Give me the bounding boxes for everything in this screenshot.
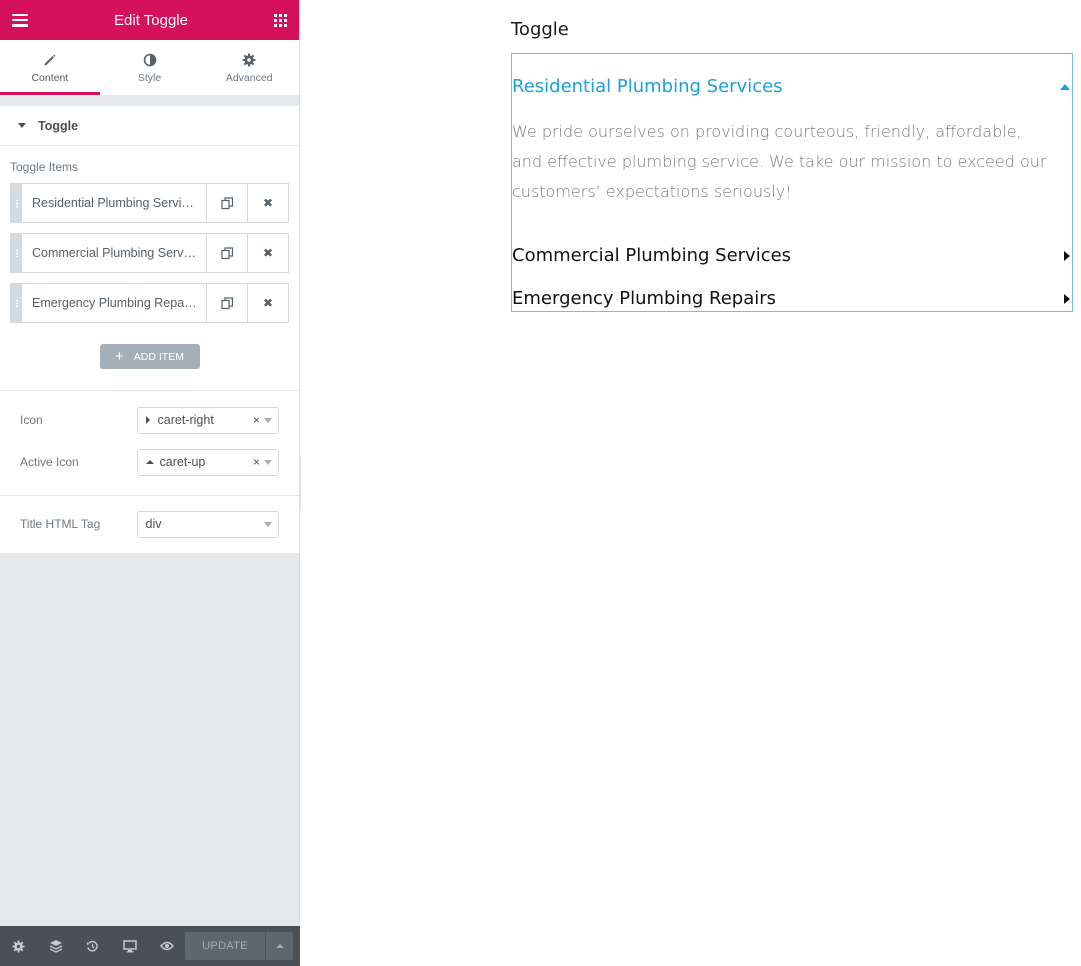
layers-icon[interactable] xyxy=(37,926,74,966)
icon-controls: Icon caret-right × Active Icon caret-up … xyxy=(0,391,299,491)
active-icon-control-label: Active Icon xyxy=(20,455,79,469)
gear-icon xyxy=(242,52,256,68)
repeater-item-title-text: Emergency Plumbing Repairs xyxy=(32,296,197,310)
section-title: Toggle xyxy=(38,118,79,133)
drag-handle-icon[interactable] xyxy=(11,184,22,222)
toggle-title-text: Emergency Plumbing Repairs xyxy=(512,288,777,309)
menu-icon[interactable] xyxy=(12,13,28,27)
half-circle-icon xyxy=(143,52,157,68)
toggle-item[interactable]: Residential Plumbing Services xyxy=(512,76,1072,97)
preview-eye-icon[interactable] xyxy=(148,926,185,966)
caret-up-icon xyxy=(1060,83,1070,90)
panel-footer: UPDATE xyxy=(0,926,300,966)
toggle-title-text: Residential Plumbing Services xyxy=(512,76,783,97)
duplicate-item-button[interactable] xyxy=(206,184,247,222)
active-icon-control: Active Icon caret-up × xyxy=(0,441,299,483)
caret-right-icon xyxy=(145,416,150,424)
title-tag-control: Title HTML Tag div xyxy=(0,503,299,545)
panel-title: Edit Toggle xyxy=(114,11,188,29)
panel-header: Edit Toggle xyxy=(0,0,299,40)
caret-up-icon xyxy=(275,944,284,948)
settings-gear-icon[interactable] xyxy=(0,926,37,966)
widgets-grid-icon[interactable] xyxy=(273,13,287,27)
icon-select[interactable]: caret-right × xyxy=(136,406,279,434)
preview-canvas: Toggle Residential Plumbing Services We … xyxy=(301,0,1081,966)
close-icon: ✖ xyxy=(262,246,274,260)
toggle-content: We pride ourselves on providing courteou… xyxy=(512,122,1047,201)
chevron-down-icon xyxy=(264,459,272,465)
chevron-down-icon xyxy=(264,521,272,527)
remove-item-button[interactable]: ✖ xyxy=(247,184,288,222)
history-icon[interactable] xyxy=(74,926,111,966)
tab-style-label: Style xyxy=(137,71,162,84)
panel-divider xyxy=(0,95,299,106)
clear-icon[interactable]: × xyxy=(253,413,260,427)
drag-handle-icon[interactable] xyxy=(11,234,22,272)
copy-icon xyxy=(220,296,233,309)
toggle-title[interactable]: Residential Plumbing Services xyxy=(512,76,1072,97)
repeater-item-title-text: Residential Plumbing Services xyxy=(32,196,197,210)
editor-panel: Edit Toggle Content Style Advanced Toggl… xyxy=(0,0,300,966)
tab-content[interactable]: Content xyxy=(0,40,100,95)
controls-panel: Toggle Toggle Items Residential Plumbing… xyxy=(0,106,299,553)
toggle-title-text: Commercial Plumbing Services xyxy=(512,245,792,266)
toggle-title[interactable]: Commercial Plumbing Services xyxy=(512,245,1072,266)
caret-right-icon xyxy=(1064,250,1070,261)
editor-app: Edit Toggle Content Style Advanced Toggl… xyxy=(0,0,1081,966)
remove-item-button[interactable]: ✖ xyxy=(247,234,288,272)
title-tag-label: Title HTML Tag xyxy=(20,517,101,531)
active-icon-select[interactable]: caret-up × xyxy=(136,448,279,476)
add-item-label: ADD ITEM xyxy=(133,350,184,363)
tag-controls: Title HTML Tag div xyxy=(0,496,299,553)
copy-icon xyxy=(220,246,233,259)
copy-icon xyxy=(220,196,233,209)
repeater-item-title[interactable]: Residential Plumbing Services xyxy=(22,184,206,222)
caret-down-icon xyxy=(18,123,26,128)
tab-style[interactable]: Style xyxy=(100,40,200,95)
repeater-item-title[interactable]: Commercial Plumbing Services xyxy=(22,234,206,272)
drag-handle-icon[interactable] xyxy=(11,284,22,322)
duplicate-item-button[interactable] xyxy=(206,284,247,322)
repeater-item: Residential Plumbing Services ✖ xyxy=(10,183,289,223)
close-icon: ✖ xyxy=(262,296,274,310)
repeater-item: Commercial Plumbing Services ✖ xyxy=(10,233,289,273)
widget-heading: Toggle xyxy=(511,19,569,40)
add-item-button[interactable]: + ADD ITEM xyxy=(99,344,200,369)
tab-advanced-label: Advanced xyxy=(225,71,273,84)
repeater-item-title[interactable]: Emergency Plumbing Repairs xyxy=(22,284,206,322)
pencil-icon xyxy=(43,52,57,68)
toggle-widget[interactable]: Residential Plumbing Services We pride o… xyxy=(511,53,1073,312)
duplicate-item-button[interactable] xyxy=(206,234,247,272)
active-icon-select-value: caret-up xyxy=(159,455,206,469)
toggle-items-label: Toggle Items xyxy=(10,160,79,174)
icon-control: Icon caret-right × xyxy=(0,399,299,441)
caret-right-icon xyxy=(1064,293,1070,304)
plus-icon: + xyxy=(115,348,124,365)
clear-icon[interactable]: × xyxy=(253,455,260,469)
update-options-button[interactable] xyxy=(266,932,293,960)
toggle-item[interactable]: Commercial Plumbing Services xyxy=(512,245,1072,266)
toggle-item[interactable]: Emergency Plumbing Repairs xyxy=(512,288,1072,309)
tab-advanced[interactable]: Advanced xyxy=(199,40,299,95)
chevron-down-icon xyxy=(264,417,272,423)
toggle-title[interactable]: Emergency Plumbing Repairs xyxy=(512,288,1072,309)
repeater-item-title-text: Commercial Plumbing Services xyxy=(32,246,197,260)
section-toggle-header[interactable]: Toggle xyxy=(0,106,299,146)
icon-control-label: Icon xyxy=(20,413,43,427)
repeater-item: Emergency Plumbing Repairs ✖ xyxy=(10,283,289,323)
title-tag-value: div xyxy=(145,517,162,531)
caret-up-icon xyxy=(145,460,154,464)
remove-item-button[interactable]: ✖ xyxy=(247,284,288,322)
toggle-items-repeater: Residential Plumbing Services ✖ Commerci… xyxy=(0,183,299,323)
close-icon: ✖ xyxy=(262,196,274,210)
responsive-desktop-icon[interactable] xyxy=(111,926,148,966)
icon-select-value: caret-right xyxy=(157,413,214,427)
add-item-row: + ADD ITEM xyxy=(0,333,299,391)
title-tag-select[interactable]: div xyxy=(136,510,279,538)
tab-content-label: Content xyxy=(31,71,69,84)
panel-tabs: Content Style Advanced xyxy=(0,40,299,95)
update-button[interactable]: UPDATE xyxy=(185,932,265,960)
